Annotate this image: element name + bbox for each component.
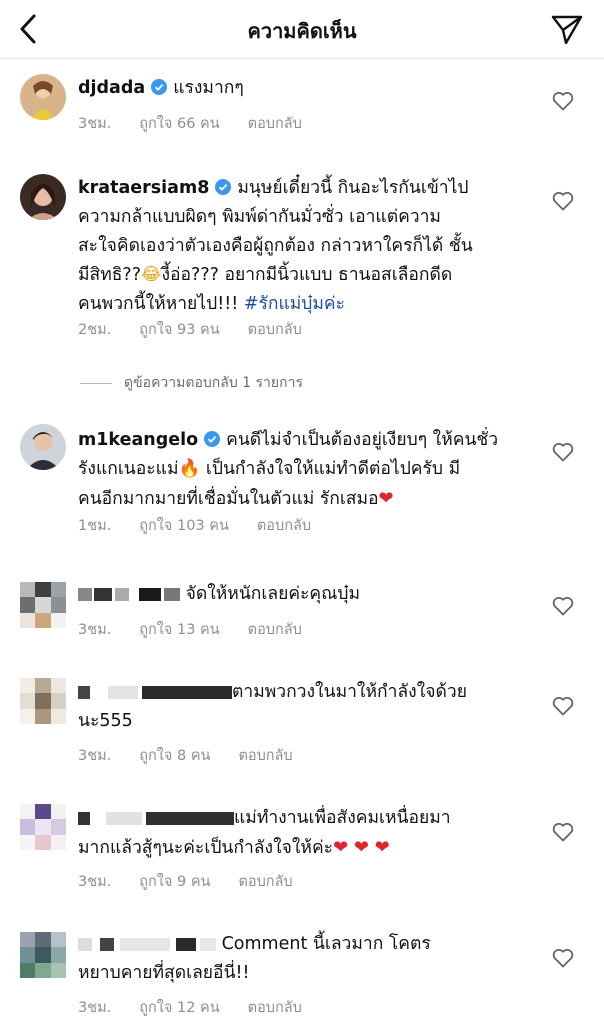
reply-button[interactable]: ตอบกลับ xyxy=(248,116,302,132)
comment-meta: 3ชม. ถูกใจ 9 คน ตอบกลับ xyxy=(78,870,321,893)
reply-button[interactable]: ตอบกลับ xyxy=(248,622,302,638)
comment-text-line: สะใจคิดเองว่าตัวเองคือผู้ถูกต้อง กล่าวหา… xyxy=(78,236,473,256)
avatar-pixelated[interactable] xyxy=(20,678,66,724)
comment-meta: 3ชม. ถูกใจ 8 คน ตอบกลับ xyxy=(78,744,321,767)
comment-text-line: งี้อ่อ??? อยากมีนิ้วแบบ ธานอสเลือกดีด xyxy=(161,265,453,285)
comment-text-line: Comment นี้เลวมาก โคตร xyxy=(221,934,431,954)
comment-text-line: ตามพวกวงในมาให้กำลังใจด้วย xyxy=(232,682,467,702)
redacted-username xyxy=(78,584,180,604)
comment-text-line: มีสิทธิ?? xyxy=(78,265,142,285)
comment-time: 3ชม. xyxy=(78,748,112,764)
like-count[interactable]: ถูกใจ 93 คน xyxy=(139,322,219,338)
view-replies-label: ดูข้อความตอบกลับ 1 รายการ xyxy=(124,375,303,391)
like-count[interactable]: ถูกใจ 12 คน xyxy=(139,1000,219,1016)
reply-button[interactable]: ตอบกลับ xyxy=(257,518,311,534)
avatar-pixelated[interactable] xyxy=(20,582,66,628)
comment-meta: 2ชม. ถูกใจ 93 คน ตอบกลับ xyxy=(78,318,330,341)
comment-meta: 3ชม. ถูกใจ 12 คน ตอบกลับ xyxy=(78,996,330,1019)
avatar[interactable] xyxy=(20,174,66,220)
like-count[interactable]: ถูกใจ 103 คน xyxy=(139,518,229,534)
laughing-emoji: 😂 xyxy=(141,265,162,285)
avatar[interactable] xyxy=(20,74,66,120)
heart-outline-icon[interactable] xyxy=(552,91,574,111)
comment-time: 2ชม. xyxy=(78,322,112,338)
comment-time: 3ชม. xyxy=(78,622,112,638)
heart-outline-icon[interactable] xyxy=(552,191,574,211)
heart-emoji-row: ❤ ❤ ❤ xyxy=(333,837,390,858)
comment-text-line: รังแกเนอะแม่ xyxy=(78,459,179,479)
avatar-pixelated[interactable] xyxy=(20,932,66,978)
top-bar: ความคิดเห็น xyxy=(0,0,604,59)
verified-badge-icon xyxy=(204,431,221,447)
reply-button[interactable]: ตอบกลับ xyxy=(238,874,292,890)
comment-text-line: เป็นกำลังใจให้แม่ทำดีต่อไปครับ มี xyxy=(200,459,461,479)
reply-button[interactable]: ตอบกลับ xyxy=(248,1000,302,1016)
comment-meta: 3ชม. ถูกใจ 13 คน ตอบกลับ xyxy=(78,618,330,641)
username[interactable]: m1keangelo xyxy=(78,430,198,450)
comment-meta: 1ชม. ถูกใจ 103 คน ตอบกลับ xyxy=(78,514,339,537)
comment-text-line: คนดีไม่จำเป็นต้องอยู่เงียบๆ ให้คนชั่ว xyxy=(226,430,499,450)
comment-meta: 3ชม. ถูกใจ 66 คน ตอบกลับ xyxy=(78,112,330,135)
heart-emoji: ❤ xyxy=(378,488,394,509)
comment-text-line: มนุษย์เดี๋ยวนี้ กินอะไรกันเข้าไป xyxy=(237,178,469,198)
heart-outline-icon[interactable] xyxy=(552,596,574,616)
comment-time: 3ชม. xyxy=(78,116,112,132)
verified-badge-icon xyxy=(151,79,168,95)
like-count[interactable]: ถูกใจ 9 คน xyxy=(139,874,210,890)
like-count[interactable]: ถูกใจ 13 คน xyxy=(139,622,219,638)
verified-badge-icon xyxy=(215,179,232,195)
comment-text-line: มากแล้วสู้ๆนะค่ะเป็นกำลังใจให้ค่ะ xyxy=(78,838,334,858)
fire-emoji: 🔥 xyxy=(178,459,201,479)
heart-outline-icon[interactable] xyxy=(552,948,574,968)
like-count[interactable]: ถูกใจ 66 คน xyxy=(139,116,219,132)
comment-time: 3ชม. xyxy=(78,1000,112,1016)
comment-text: จัดให้หนักเลยค่ะคุณบุ๋ม xyxy=(185,584,361,604)
comment-text: แรงมากๆ xyxy=(173,78,244,98)
comment-text-line: คนอีกมากมายที่เชื่อมั่นในตัวแม่ รักเสมอ xyxy=(78,489,379,509)
username[interactable]: krataersiam8 xyxy=(78,178,209,198)
comment-text-line: ความกล้าแบบผิดๆ พิมพ์ด่ากันมั่วซั่ว เอาแ… xyxy=(78,207,441,227)
avatar-pixelated[interactable] xyxy=(20,804,66,850)
redacted-username xyxy=(78,808,234,828)
heart-outline-icon[interactable] xyxy=(552,442,574,462)
heart-outline-icon[interactable] xyxy=(552,696,574,716)
view-replies-button[interactable]: ดูข้อความตอบกลับ 1 รายการ xyxy=(80,372,303,394)
comment-text-line: แม่ทำงานเพื่อสังคมเหนื่อยมา xyxy=(234,808,451,828)
comment-text-line: หยาบคายที่สุดเลยอีนี่!! xyxy=(78,963,250,983)
comment-text-line: คนพวกนี้ให้หายไป!!! xyxy=(78,294,244,314)
hashtag-link[interactable]: #รักแม่บุ๋มค่ะ xyxy=(244,294,345,314)
redacted-username xyxy=(78,934,216,954)
avatar[interactable] xyxy=(20,424,66,470)
redacted-username xyxy=(78,682,232,702)
comment-time: 3ชม. xyxy=(78,874,112,890)
comment-text-line: นะ555 xyxy=(78,711,133,731)
username[interactable]: djdada xyxy=(78,78,145,98)
reply-button[interactable]: ตอบกลับ xyxy=(248,322,302,338)
like-count[interactable]: ถูกใจ 8 คน xyxy=(139,748,210,764)
page-title: ความคิดเห็น xyxy=(247,19,357,43)
heart-outline-icon[interactable] xyxy=(552,822,574,842)
comment-time: 1ชม. xyxy=(78,518,112,534)
divider-line xyxy=(80,382,112,384)
send-icon[interactable] xyxy=(550,12,584,46)
reply-button[interactable]: ตอบกลับ xyxy=(238,748,292,764)
